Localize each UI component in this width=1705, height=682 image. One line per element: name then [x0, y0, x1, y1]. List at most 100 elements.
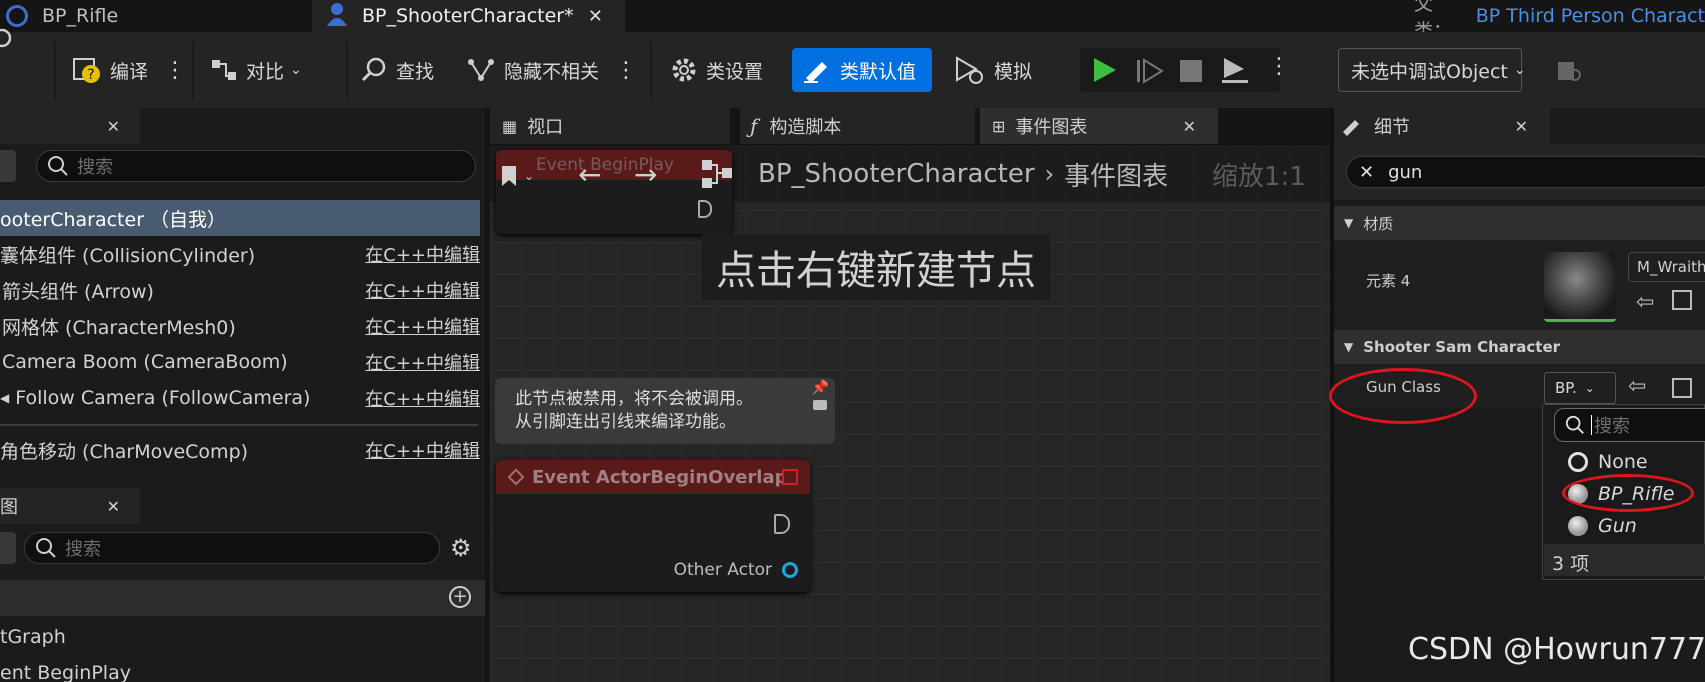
class-defaults-button[interactable]: 类默认值 [792, 48, 932, 92]
edit-in-cpp-link[interactable]: 在C++中编辑 [365, 277, 480, 303]
edit-in-cpp-link[interactable]: 在C++中编辑 [365, 349, 480, 375]
edit-in-cpp-link[interactable]: 在C++中编辑 [365, 313, 480, 339]
search-placeholder: 搜索 [65, 539, 101, 560]
search-value: gun [1388, 161, 1423, 183]
other-actor-pin[interactable]: Other Actor [674, 560, 798, 580]
parent-class-link[interactable]: BP Third Person Charact [1476, 5, 1705, 27]
back-arrow-icon[interactable]: ← [578, 158, 601, 191]
section-label: Shooter Sam Character [1363, 338, 1561, 356]
component-row-self[interactable]: ooterCharacter （自我） [0, 200, 480, 236]
viewport-icon: ▦ [502, 116, 518, 136]
tab-construction-script[interactable]: ƒ 构造脚本 [740, 108, 975, 144]
debug-object-select[interactable]: 未选中调试Object ⌄ [1338, 48, 1526, 92]
edit-in-cpp-link[interactable]: 在C++中编辑 [365, 241, 480, 267]
details-search-input[interactable]: ✕ gun [1346, 156, 1705, 188]
hide-unrelated-button[interactable]: 隐藏不相关 ⋮ [466, 50, 637, 90]
hierarchy-icon[interactable] [700, 158, 736, 194]
simulate-icon [956, 56, 983, 84]
eject-icon[interactable] [1220, 56, 1250, 88]
material-thumbnail[interactable] [1544, 252, 1616, 322]
component-row[interactable]: 箭头组件 (Arrow) 在C++中编辑 [0, 272, 480, 308]
browse-asset-icon[interactable] [1672, 290, 1692, 310]
edit-in-cpp-link[interactable]: 在C++中编辑 [365, 385, 480, 411]
class-settings-label: 类设置 [706, 60, 764, 83]
dropdown-search-input[interactable]: 搜索 [1554, 408, 1705, 442]
close-icon[interactable]: ✕ [588, 6, 603, 27]
graph-hint: 点击右键新建节点 [702, 234, 1050, 300]
tab-bp-rifle[interactable]: BP_Rifle [0, 0, 312, 32]
more-options-icon[interactable]: ⋮ [615, 58, 637, 83]
components-search-input[interactable]: 搜索 [36, 150, 476, 182]
bookmark-icon [502, 166, 516, 186]
delegate-pin-icon[interactable] [782, 469, 798, 485]
component-row[interactable]: Camera Boom (CameraBoom) 在C++中编辑 [0, 344, 480, 380]
component-row[interactable]: ◀ Follow Camera (FollowCamera) 在C++中编辑 [0, 380, 480, 416]
chevron-down-icon: ▼ [1344, 216, 1354, 230]
forward-arrow-icon[interactable]: → [634, 158, 657, 191]
more-options-icon[interactable]: ⋮ [164, 58, 186, 83]
section-shooter-header[interactable]: ▼ Shooter Sam Character [1334, 330, 1705, 364]
my-blueprint-tab-label: 图 [0, 497, 18, 518]
compile-button[interactable]: ? 编译 ⋮ [72, 50, 186, 90]
option-label: Gun [1598, 515, 1637, 537]
details-tab[interactable]: 细节 ✕ [1334, 108, 1550, 144]
breadcrumb-leaf[interactable]: 事件图表 [1064, 156, 1168, 193]
close-icon[interactable]: ✕ [1183, 117, 1196, 136]
tab-viewport[interactable]: ▦ 视口 [490, 108, 730, 144]
stop-icon[interactable] [1180, 60, 1202, 86]
option-label: None [1598, 451, 1648, 473]
play-icon[interactable] [1092, 56, 1118, 88]
graph-item[interactable]: ent BeginPlay [0, 662, 131, 682]
use-selected-icon[interactable]: ⇦ [1628, 374, 1646, 399]
component-row[interactable]: 角色移动 (CharMoveComp) 在C++中编辑 [0, 432, 480, 468]
debug-browse-icon[interactable] [1556, 58, 1584, 88]
more-options-icon[interactable]: ⋮ [1268, 54, 1290, 79]
step-icon[interactable] [1136, 58, 1164, 88]
find-button[interactable]: 查找 [360, 50, 434, 90]
option-gun[interactable]: Gun [1546, 510, 1705, 542]
close-icon[interactable]: ✕ [1515, 117, 1528, 136]
components-tab[interactable]: ✕ [0, 108, 140, 144]
node-event-actor-begin-overlap[interactable]: Event ActorBeginOverlap Other Actor [496, 460, 810, 592]
close-icon[interactable]: ✕ [107, 117, 120, 136]
exec-pin-icon[interactable] [774, 514, 790, 534]
section-material-header[interactable]: ▼ 材质 [1334, 206, 1705, 240]
details-label: 细节 [1374, 117, 1410, 138]
divider [0, 424, 478, 426]
component-row[interactable]: 囊体组件 (CollisionCylinder) 在C++中编辑 [0, 236, 480, 272]
node-title: Event ActorBeginOverlap [532, 466, 788, 488]
material-picker[interactable]: M_Wraith [1628, 252, 1705, 282]
watermark: CSDN @Howrun777 [1408, 632, 1705, 667]
graph-item[interactable]: tGraph [0, 626, 66, 648]
component-label: Follow Camera (FollowCamera) [15, 387, 311, 409]
component-row[interactable]: 网格体 (CharacterMesh0) 在C++中编辑 [0, 308, 480, 344]
tab-bp-shooter-character[interactable]: BP_ShooterCharacter* ✕ [312, 0, 625, 32]
add-component-button[interactable] [0, 150, 16, 182]
add-button[interactable] [0, 532, 16, 564]
comment-icon [813, 400, 827, 410]
gear-icon[interactable]: ⚙ [450, 534, 472, 562]
clear-icon[interactable]: ✕ [1359, 162, 1374, 183]
my-blueprint-search-input[interactable]: 搜索 [24, 532, 440, 564]
pin-icon[interactable]: 📌 [812, 380, 829, 396]
bookmark-button[interactable]: ⌄ [500, 156, 554, 196]
browse-asset-icon[interactable] [1672, 378, 1692, 398]
tab-label: BP_ShooterCharacter* [362, 5, 574, 27]
breadcrumb-root[interactable]: BP_ShooterCharacter [758, 159, 1035, 189]
collapse-arrow-icon[interactable]: ◀ [0, 391, 9, 405]
simulate-button[interactable]: 模拟 [954, 50, 1032, 90]
edit-in-cpp-link[interactable]: 在C++中编辑 [365, 437, 480, 463]
class-settings-button[interactable]: 类设置 [670, 50, 763, 90]
object-pin-icon [782, 562, 798, 578]
use-selected-icon[interactable]: ⇦ [1636, 290, 1654, 315]
gun-class-select[interactable]: BP. ⌄ [1544, 372, 1616, 404]
graphs-section-header[interactable]: + [0, 580, 485, 616]
exec-pin-icon[interactable] [698, 200, 712, 218]
diff-button[interactable]: 对比 ⌄ [210, 50, 302, 90]
close-icon[interactable]: ✕ [107, 497, 120, 516]
chevron-down-icon: ⌄ [1584, 381, 1595, 395]
browse-icon[interactable] [0, 18, 24, 58]
tab-event-graph[interactable]: ⊞ 事件图表 ✕ [980, 108, 1218, 144]
my-blueprint-tab[interactable]: 图 ✕ [0, 488, 140, 524]
add-circle-icon[interactable]: + [449, 586, 471, 608]
